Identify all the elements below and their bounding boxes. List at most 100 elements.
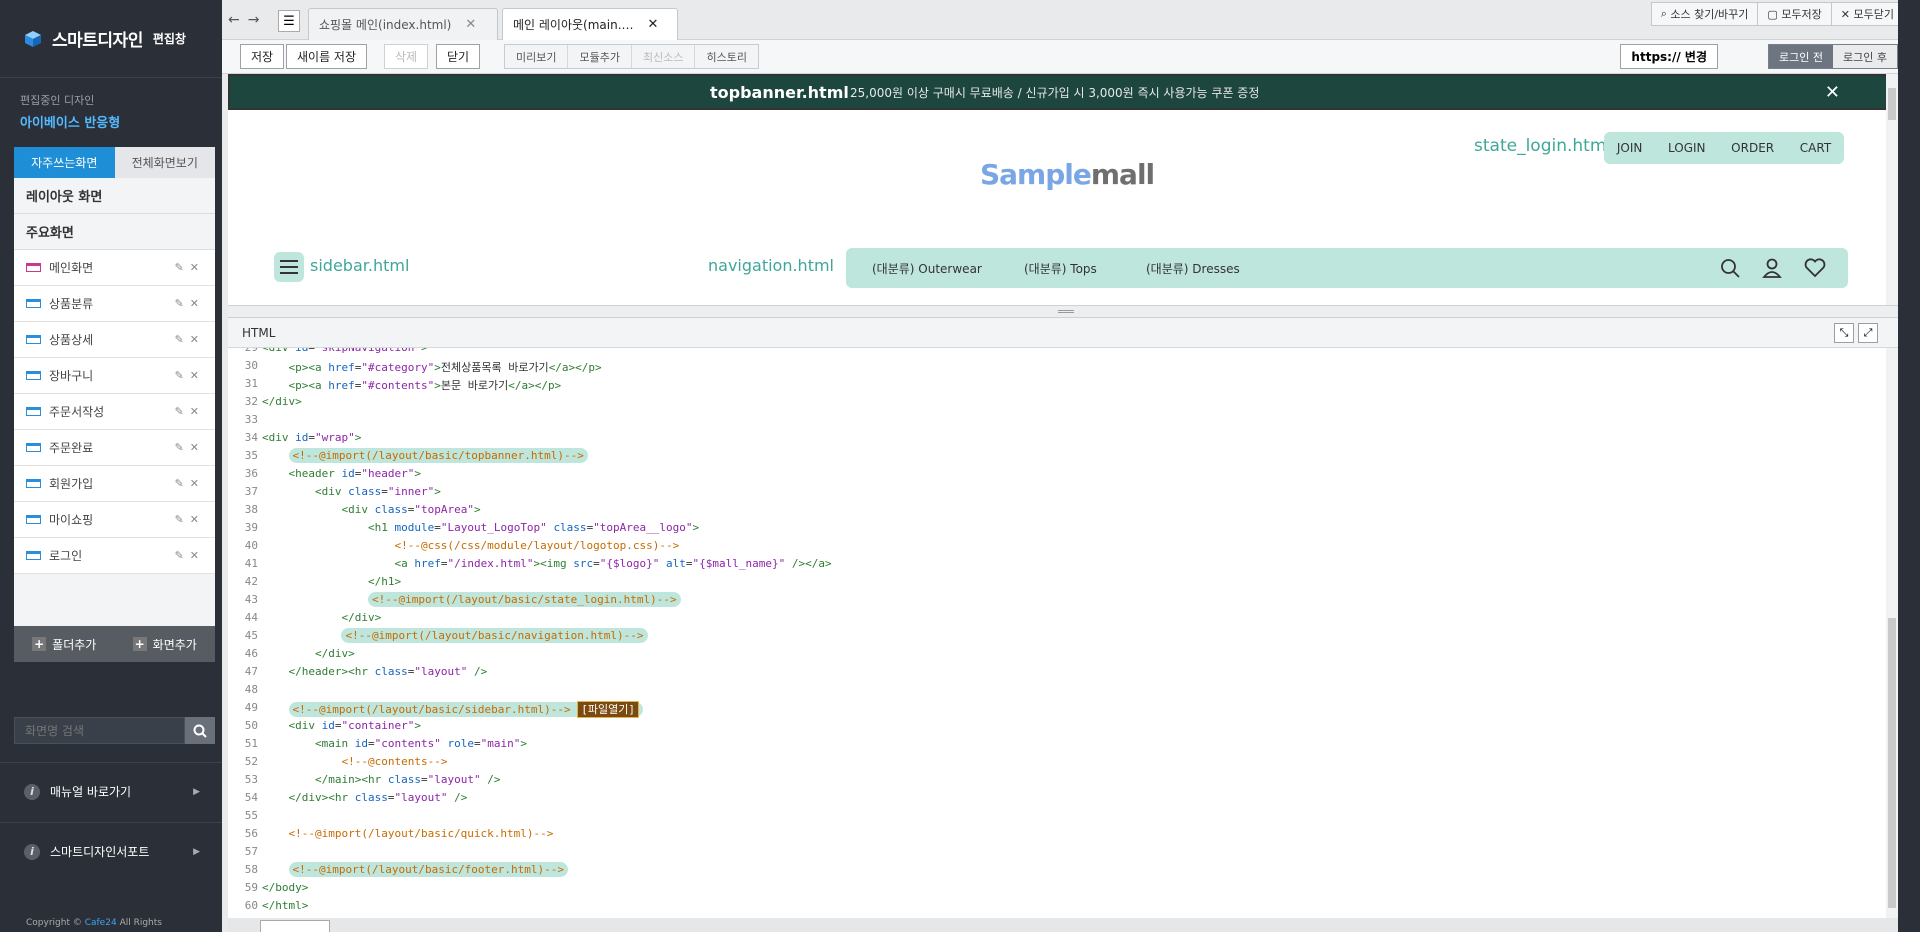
- delete-button[interactable]: 삭제: [384, 44, 429, 69]
- hamburger-icon[interactable]: [274, 252, 304, 282]
- edit-delete-icons[interactable]: ✎✕: [175, 549, 205, 562]
- state-login-file-label[interactable]: state_login.html: [1474, 136, 1611, 156]
- add-folder-button[interactable]: + 폴더추가: [14, 626, 115, 662]
- order-link[interactable]: ORDER: [1731, 141, 1774, 155]
- expand-icon[interactable]: ⤢: [1858, 323, 1878, 343]
- edit-delete-icons[interactable]: ✎✕: [175, 369, 205, 382]
- code-editor[interactable]: 29 <div id="skipNavigation"> 30 <p><a href…: [228, 348, 1886, 918]
- code-line[interactable]: <div id="skipNavigation">: [262, 348, 428, 354]
- manual-link[interactable]: i 매뉴얼 바로가기 ▶: [0, 762, 222, 820]
- tab-frequent[interactable]: 자주쓰는화면: [14, 147, 115, 178]
- code-line[interactable]: <!--@contents-->: [262, 755, 447, 768]
- code-line[interactable]: <p><a href="#category">전체상품목록 바로가기</a></…: [262, 359, 602, 375]
- code-line[interactable]: </div>: [262, 647, 355, 660]
- current-design-name[interactable]: 아이베이스 반응형: [20, 112, 222, 131]
- code-line[interactable]: </div>: [262, 611, 381, 624]
- sidebar-file-label[interactable]: sidebar.html: [310, 256, 409, 275]
- category-link[interactable]: (대분류) Tops: [1024, 260, 1097, 277]
- latest-source-button[interactable]: 최신소스: [631, 45, 696, 68]
- code-line[interactable]: </div><hr class="layout" />: [262, 791, 468, 804]
- code-line[interactable]: <!--@import(/layout/basic/state_login.ht…: [262, 592, 681, 607]
- edit-delete-icons[interactable]: ✎✕: [175, 513, 205, 526]
- code-line[interactable]: <!--@import(/layout/basic/footer.html)--…: [262, 862, 569, 877]
- add-module-button[interactable]: 모듈추가: [568, 45, 632, 68]
- close-icon[interactable]: ✕: [648, 17, 659, 32]
- copyright-brand[interactable]: Cafe24: [85, 918, 117, 928]
- arrow-right-icon[interactable]: →: [248, 12, 260, 28]
- code-line[interactable]: </body>: [262, 881, 308, 894]
- list-item[interactable]: 상품분류 ✎✕: [14, 286, 215, 322]
- list-item[interactable]: 메인화면 ✎✕: [14, 250, 215, 286]
- code-line[interactable]: </main><hr class="layout" />: [262, 773, 500, 786]
- close-all-button[interactable]: ✕ 모두닫기: [1830, 2, 1904, 26]
- https-change-button[interactable]: https:// 변경: [1620, 44, 1718, 69]
- site-logo[interactable]: Samplemall: [980, 158, 1155, 191]
- preview-scrollbar[interactable]: [1886, 74, 1898, 305]
- open-file-button[interactable]: [파일열기]: [577, 701, 640, 718]
- history-button[interactable]: 히스토리: [695, 45, 758, 68]
- tab-all-screens[interactable]: 전체화면보기: [114, 147, 215, 178]
- search-icon[interactable]: [1720, 258, 1740, 278]
- save-button[interactable]: 저장: [240, 44, 285, 69]
- list-item[interactable]: 주문완료 ✎✕: [14, 430, 215, 466]
- tab-list-button[interactable]: ☰: [278, 10, 300, 32]
- list-item[interactable]: 회원가입 ✎✕: [14, 466, 215, 502]
- code-line[interactable]: <p><a href="#contents">본문 바로가기</a></p>: [262, 377, 562, 393]
- edit-delete-icons[interactable]: ✎✕: [175, 405, 205, 418]
- code-line[interactable]: <main id="contents" role="main">: [262, 737, 527, 750]
- code-line[interactable]: <div id="wrap">: [262, 431, 361, 444]
- edit-delete-icons[interactable]: ✎✕: [175, 297, 205, 310]
- category-link[interactable]: (대분류) Outerwear: [872, 260, 982, 277]
- login-before-button[interactable]: 로그인 전: [1769, 45, 1834, 68]
- close-button[interactable]: 닫기: [436, 44, 481, 69]
- arrow-left-icon[interactable]: ←: [228, 12, 240, 28]
- collapse-icon[interactable]: ⤡: [1834, 323, 1854, 343]
- code-line[interactable]: <div class="inner">: [262, 485, 441, 498]
- tab-index[interactable]: 쇼핑몰 메인(index.html) ✕: [308, 8, 498, 40]
- code-line[interactable]: <!--@import(/layout/basic/quick.html)-->: [262, 827, 554, 840]
- edit-delete-icons[interactable]: ✎✕: [175, 261, 205, 274]
- close-icon[interactable]: ✕: [1825, 82, 1840, 103]
- user-icon[interactable]: [1762, 258, 1782, 278]
- code-line[interactable]: <header id="header">: [262, 467, 421, 480]
- search-button[interactable]: [185, 717, 215, 744]
- code-line[interactable]: </html>: [262, 899, 308, 912]
- list-item[interactable]: 마이쇼핑 ✎✕: [14, 502, 215, 538]
- close-icon[interactable]: ✕: [465, 17, 476, 32]
- tab-main-layout[interactable]: 메인 레이아웃(main.… ✕: [502, 8, 678, 40]
- scrollbar-thumb[interactable]: [1888, 88, 1896, 120]
- code-line[interactable]: <!--@import(/layout/basic/navigation.htm…: [262, 628, 648, 643]
- code-line[interactable]: <a href="/index.html"><img src="{$logo}"…: [262, 557, 831, 570]
- list-item[interactable]: 주문서작성 ✎✕: [14, 394, 215, 430]
- cart-link[interactable]: CART: [1800, 141, 1831, 155]
- login-after-button[interactable]: 로그인 후: [1833, 45, 1897, 68]
- code-line[interactable]: <!--@import(/layout/basic/sidebar.html)-…: [262, 701, 644, 718]
- code-line[interactable]: </h1>: [262, 575, 401, 588]
- add-screen-button[interactable]: + 화면추가: [115, 626, 216, 662]
- heart-icon[interactable]: [1804, 258, 1826, 278]
- list-item[interactable]: 상품상세 ✎✕: [14, 322, 215, 358]
- bottom-tab[interactable]: [260, 920, 330, 932]
- login-link[interactable]: LOGIN: [1668, 141, 1706, 155]
- code-scrollbar[interactable]: [1886, 348, 1898, 918]
- section-main[interactable]: 주요화면: [14, 214, 215, 250]
- support-link[interactable]: i 스마트디자인서포트 ▶: [0, 822, 222, 880]
- find-replace-button[interactable]: ⌕ 소스 찾기/바꾸기: [1650, 2, 1759, 26]
- topbanner-file-label[interactable]: topbanner.html: [710, 83, 849, 102]
- join-link[interactable]: JOIN: [1617, 141, 1643, 155]
- edit-delete-icons[interactable]: ✎✕: [175, 333, 205, 346]
- code-line[interactable]: <!--@import(/layout/basic/topbanner.html…: [262, 448, 588, 463]
- edit-delete-icons[interactable]: ✎✕: [175, 477, 205, 490]
- preview-button[interactable]: 미리보기: [505, 45, 569, 68]
- section-layout[interactable]: 레이아웃 화면: [14, 178, 215, 214]
- code-line[interactable]: <div id="container">: [262, 719, 421, 732]
- code-line[interactable]: <!--@css(/css/module/layout/logotop.css)…: [262, 539, 679, 552]
- navigation-file-label[interactable]: navigation.html: [708, 256, 834, 275]
- save-all-button[interactable]: ▢ 모두저장: [1757, 2, 1832, 26]
- list-item[interactable]: 로그인 ✎✕: [14, 538, 215, 574]
- code-line[interactable]: <h1 module="Layout_LogoTop" class="topAr…: [262, 521, 699, 534]
- code-line[interactable]: <div class="topArea">: [262, 503, 480, 516]
- list-item[interactable]: 장바구니 ✎✕: [14, 358, 215, 394]
- code-line[interactable]: </div>: [262, 395, 302, 408]
- scrollbar-thumb[interactable]: [1888, 618, 1896, 908]
